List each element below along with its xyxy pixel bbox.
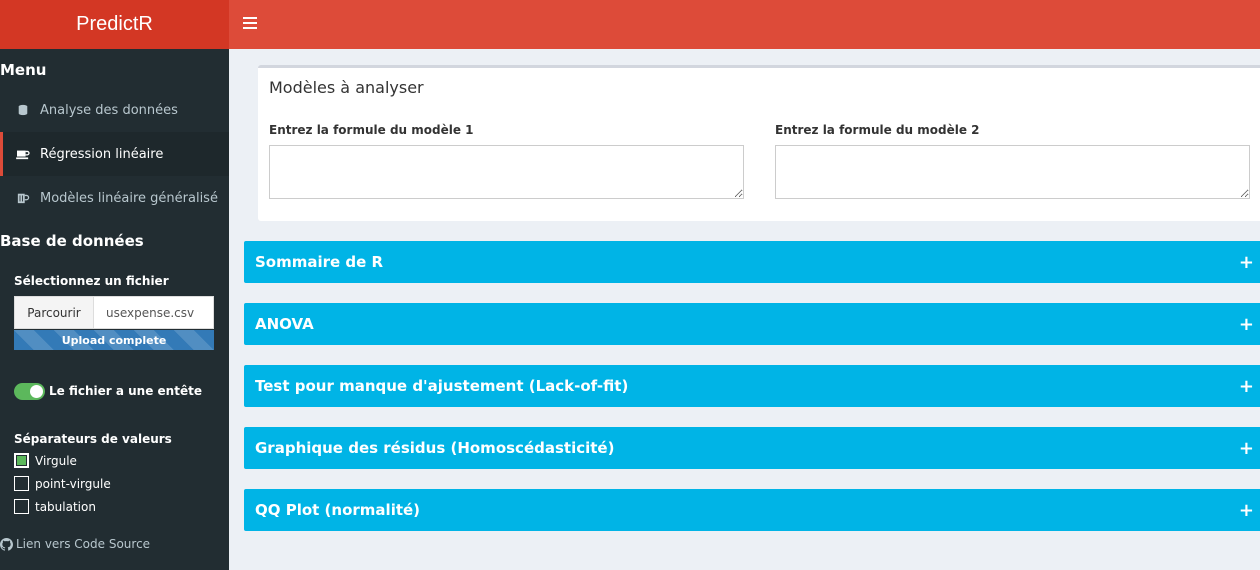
sidebar-item-label: Modèles linéaire généralisé <box>40 190 218 206</box>
separator-label: Virgule <box>35 453 77 468</box>
accordion-title: QQ Plot (normalité) <box>255 501 421 519</box>
checkbox[interactable] <box>14 453 29 468</box>
browse-button[interactable]: Parcourir <box>14 296 94 329</box>
database-icon <box>18 104 28 116</box>
plus-icon[interactable]: + <box>1239 314 1254 335</box>
model2-label: Entrez la formule du modèle 2 <box>775 123 980 137</box>
source-code-link[interactable]: Lien vers Code Source <box>0 537 150 551</box>
separator-label: tabulation <box>35 499 96 514</box>
sidebar-item-glm[interactable]: Modèles linéaire généralisé <box>0 176 229 220</box>
accordion-title: Graphique des résidus (Homoscédasticité) <box>255 439 615 457</box>
sidebar-item-linear-regression[interactable]: Régression linéaire <box>0 132 229 176</box>
sidebar: Menu Analyse des données Régression liné… <box>0 49 229 570</box>
sidebar-item-data-analysis[interactable]: Analyse des données <box>0 88 229 132</box>
accordion-title: ANOVA <box>255 315 314 333</box>
sidebar-item-label: Régression linéaire <box>40 146 164 162</box>
separators-label: Séparateurs de valeurs <box>14 432 172 446</box>
header-toggle-label: Le fichier a une entête <box>49 384 202 398</box>
separator-option-comma[interactable]: Virgule <box>14 453 77 468</box>
accordion-title: Test pour manque d'ajustement (Lack-of-f… <box>255 377 629 395</box>
checkbox[interactable] <box>14 476 29 491</box>
model1-label: Entrez la formule du modèle 1 <box>269 123 474 137</box>
plus-icon[interactable]: + <box>1239 438 1254 459</box>
plus-icon[interactable]: + <box>1239 500 1254 521</box>
model1-formula-input[interactable] <box>269 145 744 199</box>
models-box: Modèles à analyser Entrez la formule du … <box>258 65 1260 221</box>
checkbox[interactable] <box>14 499 29 514</box>
accordion-title: Sommaire de R <box>255 253 384 271</box>
menu-heading: Menu <box>0 61 47 79</box>
separator-option-tab[interactable]: tabulation <box>14 499 96 514</box>
accordion-anova[interactable]: ANOVA + <box>244 303 1260 345</box>
plus-icon[interactable]: + <box>1239 252 1254 273</box>
model2-formula-input[interactable] <box>775 145 1250 199</box>
header-toggle-switch[interactable] <box>14 383 45 400</box>
beer-icon <box>17 193 30 204</box>
github-icon <box>0 537 13 551</box>
file-input: Parcourir usexpense.csv <box>14 296 214 329</box>
upload-status: Upload complete <box>61 333 167 347</box>
accordion-r-summary[interactable]: Sommaire de R + <box>244 241 1260 283</box>
separator-label: point-virgule <box>35 476 111 491</box>
file-input-label: Sélectionnez un fichier <box>14 274 169 288</box>
database-heading: Base de données <box>0 232 144 250</box>
app-logo[interactable]: PredictR <box>0 0 229 49</box>
accordion-lack-of-fit[interactable]: Test pour manque d'ajustement (Lack-of-f… <box>244 365 1260 407</box>
file-name-field[interactable]: usexpense.csv <box>94 296 214 329</box>
app-title: PredictR <box>76 13 153 35</box>
models-box-title: Modèles à analyser <box>269 78 424 97</box>
coffee-icon <box>16 150 30 160</box>
accordion-residuals-plot[interactable]: Graphique des résidus (Homoscédasticité)… <box>244 427 1260 469</box>
plus-icon[interactable]: + <box>1239 376 1254 397</box>
source-link-label: Lien vers Code Source <box>16 537 151 551</box>
sidebar-item-label: Analyse des données <box>40 102 178 118</box>
hamburger-menu-icon[interactable] <box>243 17 257 29</box>
separator-option-semicolon[interactable]: point-virgule <box>14 476 111 491</box>
top-navbar <box>229 0 1260 49</box>
accordion-qq-plot[interactable]: QQ Plot (normalité) + <box>244 489 1260 531</box>
upload-progress-bar: Upload complete <box>14 330 214 350</box>
